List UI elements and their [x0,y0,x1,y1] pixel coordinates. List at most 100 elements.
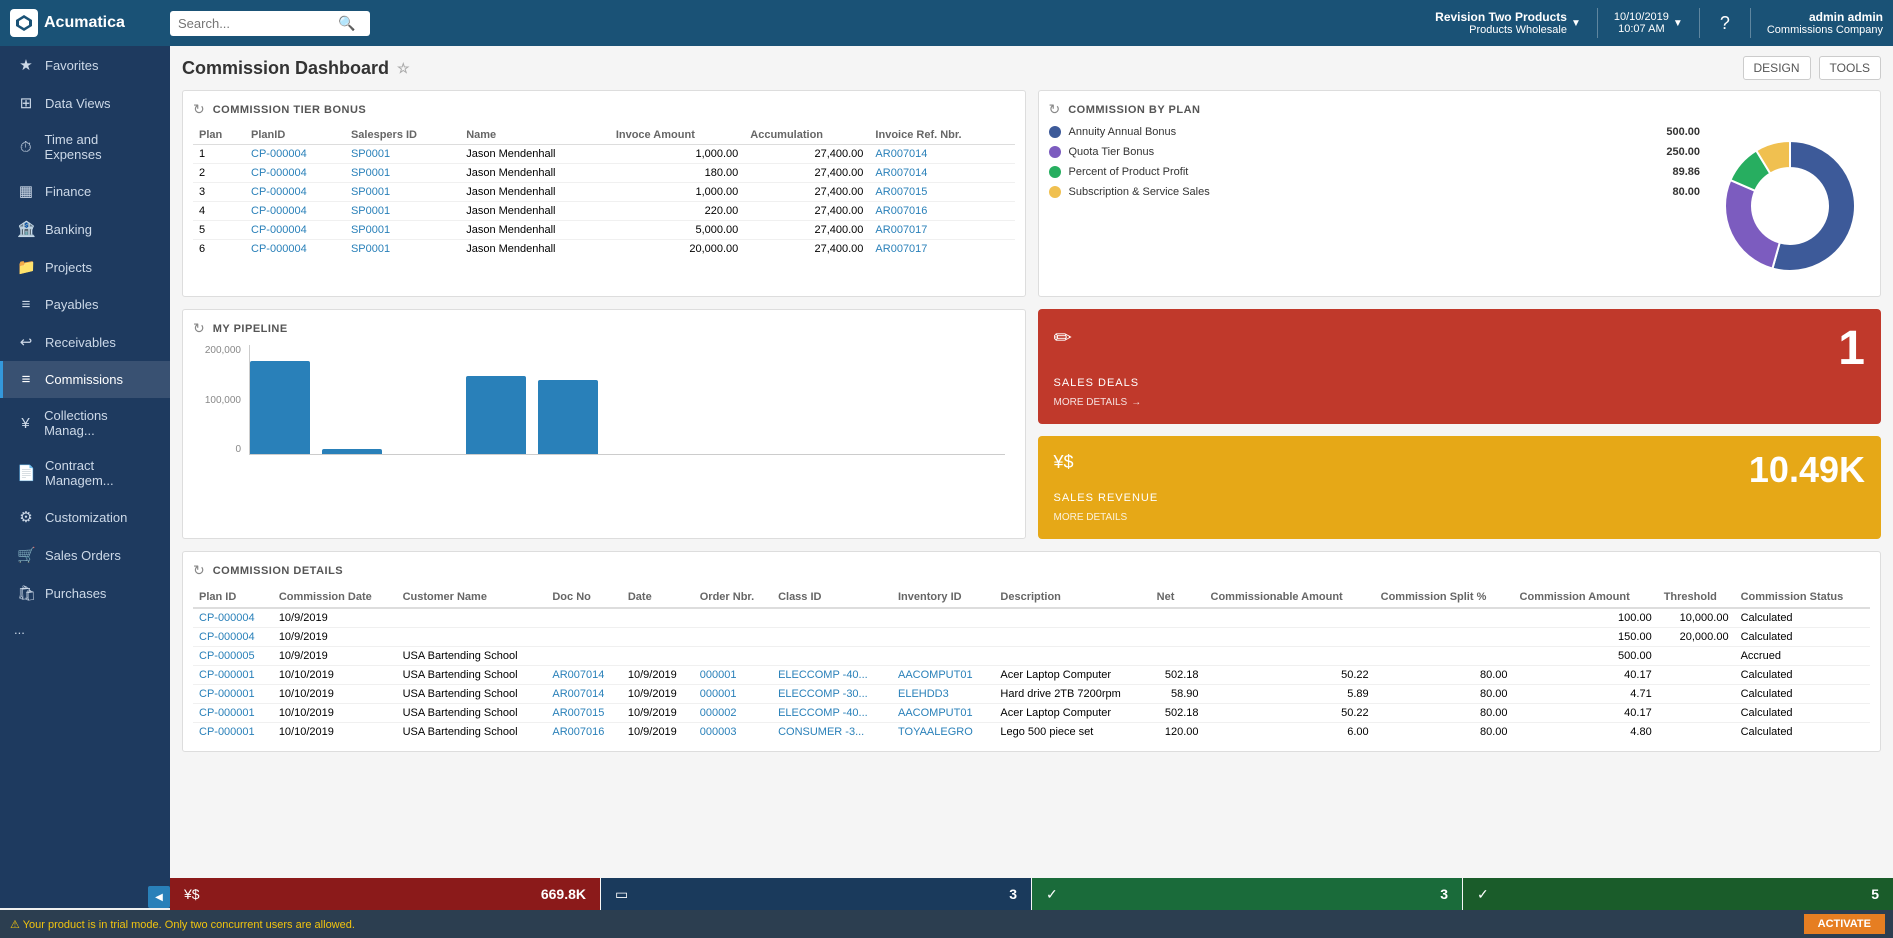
col-acc: Accumulation [744,126,869,145]
dh-threshold: Threshold [1658,587,1735,608]
tier-spid[interactable]: SP0001 [345,221,460,240]
pipeline-refresh-icon[interactable]: ↻ [193,320,205,337]
tier-acc: 27,400.00 [744,221,869,240]
user-info[interactable]: admin admin Commissions Company [1767,10,1883,36]
activate-button[interactable]: ACTIVATE [1804,914,1885,934]
d-doc[interactable]: AR007015 [546,704,622,723]
sidebar-item-customization[interactable]: ⚙ Customization [0,498,170,536]
tier-ref[interactable]: AR007017 [869,240,1014,259]
d-inventory[interactable]: TOYAALEGRO [892,723,994,742]
tier-planid[interactable]: CP-000004 [245,183,345,202]
status-bar: ⚠ Your product is in trial mode. Only tw… [0,910,1893,938]
tier-spid[interactable]: SP0001 [345,145,460,164]
d-class[interactable]: ELECCOMP -30... [772,685,892,704]
pipeline-bar[interactable] [466,376,526,454]
d-order[interactable]: 000003 [694,723,772,742]
d-inventory[interactable]: AACOMPUT01 [892,704,994,723]
bottom-kpi-check2[interactable]: ✓ 5 [1463,878,1893,910]
plan-widget-content: Annuity Annual Bonus 500.00 Quota Tier B… [1049,126,1871,286]
sidebar-item-favorites[interactable]: ★ Favorites [0,46,170,84]
d-class[interactable]: ELECCOMP -40... [772,704,892,723]
sidebar-collapse-button[interactable]: ◀ [148,886,170,908]
sidebar-item-data-views[interactable]: ⊞ Data Views [0,84,170,122]
sales-revenue-more[interactable]: MORE DETAILS [1054,504,1866,523]
tier-ref[interactable]: AR007017 [869,221,1014,240]
sidebar-item-banking[interactable]: 🏦 Banking [0,210,170,248]
d-doc[interactable]: AR007014 [546,685,622,704]
search-bar[interactable]: 🔍 [170,11,370,36]
legend-dot [1049,166,1061,178]
sidebar-item-finance[interactable]: ▦ Finance [0,172,170,210]
pipeline-bar[interactable] [250,361,310,454]
sales-revenue-card[interactable]: ¥$ 10.49K SALES REVENUE MORE DETAILS [1038,436,1882,539]
tier-ref[interactable]: AR007015 [869,183,1014,202]
tier-ref[interactable]: AR007014 [869,145,1014,164]
d-doc[interactable]: AR007014 [546,666,622,685]
d-planid[interactable]: CP-000004 [193,608,273,628]
sidebar-label-purchases: Purchases [45,586,106,601]
tier-planid[interactable]: CP-000004 [245,145,345,164]
d-class[interactable]: CONSUMER -3... [772,723,892,742]
d-order[interactable]: 000001 [694,685,772,704]
d-planid[interactable]: CP-000001 [193,704,273,723]
sidebar-item-purchases[interactable]: 🛍 Purchases [0,574,170,612]
sidebar-label-collections: Collections Manag... [44,408,156,438]
d-planid[interactable]: CP-000001 [193,666,273,685]
sidebar-item-sales-orders[interactable]: 🛒 Sales Orders [0,536,170,574]
sidebar-item-projects[interactable]: 📁 Projects [0,248,170,286]
d-inventory[interactable]: ELEHDD3 [892,685,994,704]
d-order[interactable]: 000002 [694,704,772,723]
plan-refresh-icon[interactable]: ↻ [1049,101,1061,118]
sidebar-item-receivables[interactable]: ↩ Receivables [0,323,170,361]
pipeline-bar[interactable] [538,380,598,454]
sidebar-item-collections[interactable]: ¥ Collections Manag... [0,398,170,448]
sidebar-item-commissions[interactable]: ≡ Commissions [0,361,170,398]
d-comm-amt [1205,628,1375,647]
legend-dot [1049,146,1061,158]
sales-deals-card[interactable]: ✏ 1 SALES DEALS MORE DETAILS → [1038,309,1882,424]
sidebar-item-contract[interactable]: 📄 Contract Managem... [0,448,170,498]
d-comm-amt [1205,647,1375,666]
favorite-star-icon[interactable]: ☆ [397,60,410,77]
bottom-kpi-deals[interactable]: ▭ 3 [601,878,1031,910]
tier-ref[interactable]: AR007016 [869,202,1014,221]
tier-planid[interactable]: CP-000004 [245,164,345,183]
help-button[interactable]: ? [1716,9,1734,38]
tier-refresh-icon[interactable]: ↻ [193,101,205,118]
d-planid[interactable]: CP-000005 [193,647,273,666]
bottom-check2-value: 5 [1871,886,1879,902]
search-input[interactable] [178,16,338,31]
tier-spid[interactable]: SP0001 [345,183,460,202]
app-logo[interactable]: Acumatica [10,9,160,37]
tier-spid[interactable]: SP0001 [345,240,460,259]
design-button[interactable]: DESIGN [1743,56,1811,80]
tier-ref[interactable]: AR007014 [869,164,1014,183]
pipeline-bar[interactable] [322,449,382,454]
revision-dropdown[interactable]: Revision Two Products Products Wholesale… [1435,10,1581,36]
d-order[interactable]: 000001 [694,666,772,685]
tier-spid[interactable]: SP0001 [345,202,460,221]
sidebar-item-time-expenses[interactable]: ⏱ Time and Expenses [0,122,170,172]
details-refresh-icon[interactable]: ↻ [193,562,205,579]
d-planid[interactable]: CP-000004 [193,628,273,647]
bottom-kpi-revenue[interactable]: ¥$ 669.8K [170,878,600,910]
tier-inv: 20,000.00 [610,240,744,259]
d-doc[interactable]: AR007016 [546,723,622,742]
sidebar-item-payables[interactable]: ≡ Payables [0,286,170,323]
tier-planid[interactable]: CP-000004 [245,221,345,240]
tier-planid[interactable]: CP-000004 [245,202,345,221]
date-dropdown[interactable]: 10/10/2019 10:07 AM ▼ [1614,11,1683,35]
tools-button[interactable]: TOOLS [1819,56,1881,80]
tier-planid[interactable]: CP-000004 [245,240,345,259]
d-date: 10/9/2019 [273,608,397,628]
d-inventory[interactable]: AACOMPUT01 [892,666,994,685]
d-planid[interactable]: CP-000001 [193,685,273,704]
commission-details-table: Plan ID Commission Date Customer Name Do… [193,587,1870,741]
sidebar-more[interactable]: ... [0,612,170,647]
d-class[interactable]: ELECCOMP -40... [772,666,892,685]
d-planid[interactable]: CP-000001 [193,723,273,742]
tier-inv: 220.00 [610,202,744,221]
bottom-kpi-check1[interactable]: ✓ 3 [1032,878,1462,910]
sales-deals-more[interactable]: MORE DETAILS → [1054,389,1866,408]
tier-spid[interactable]: SP0001 [345,164,460,183]
